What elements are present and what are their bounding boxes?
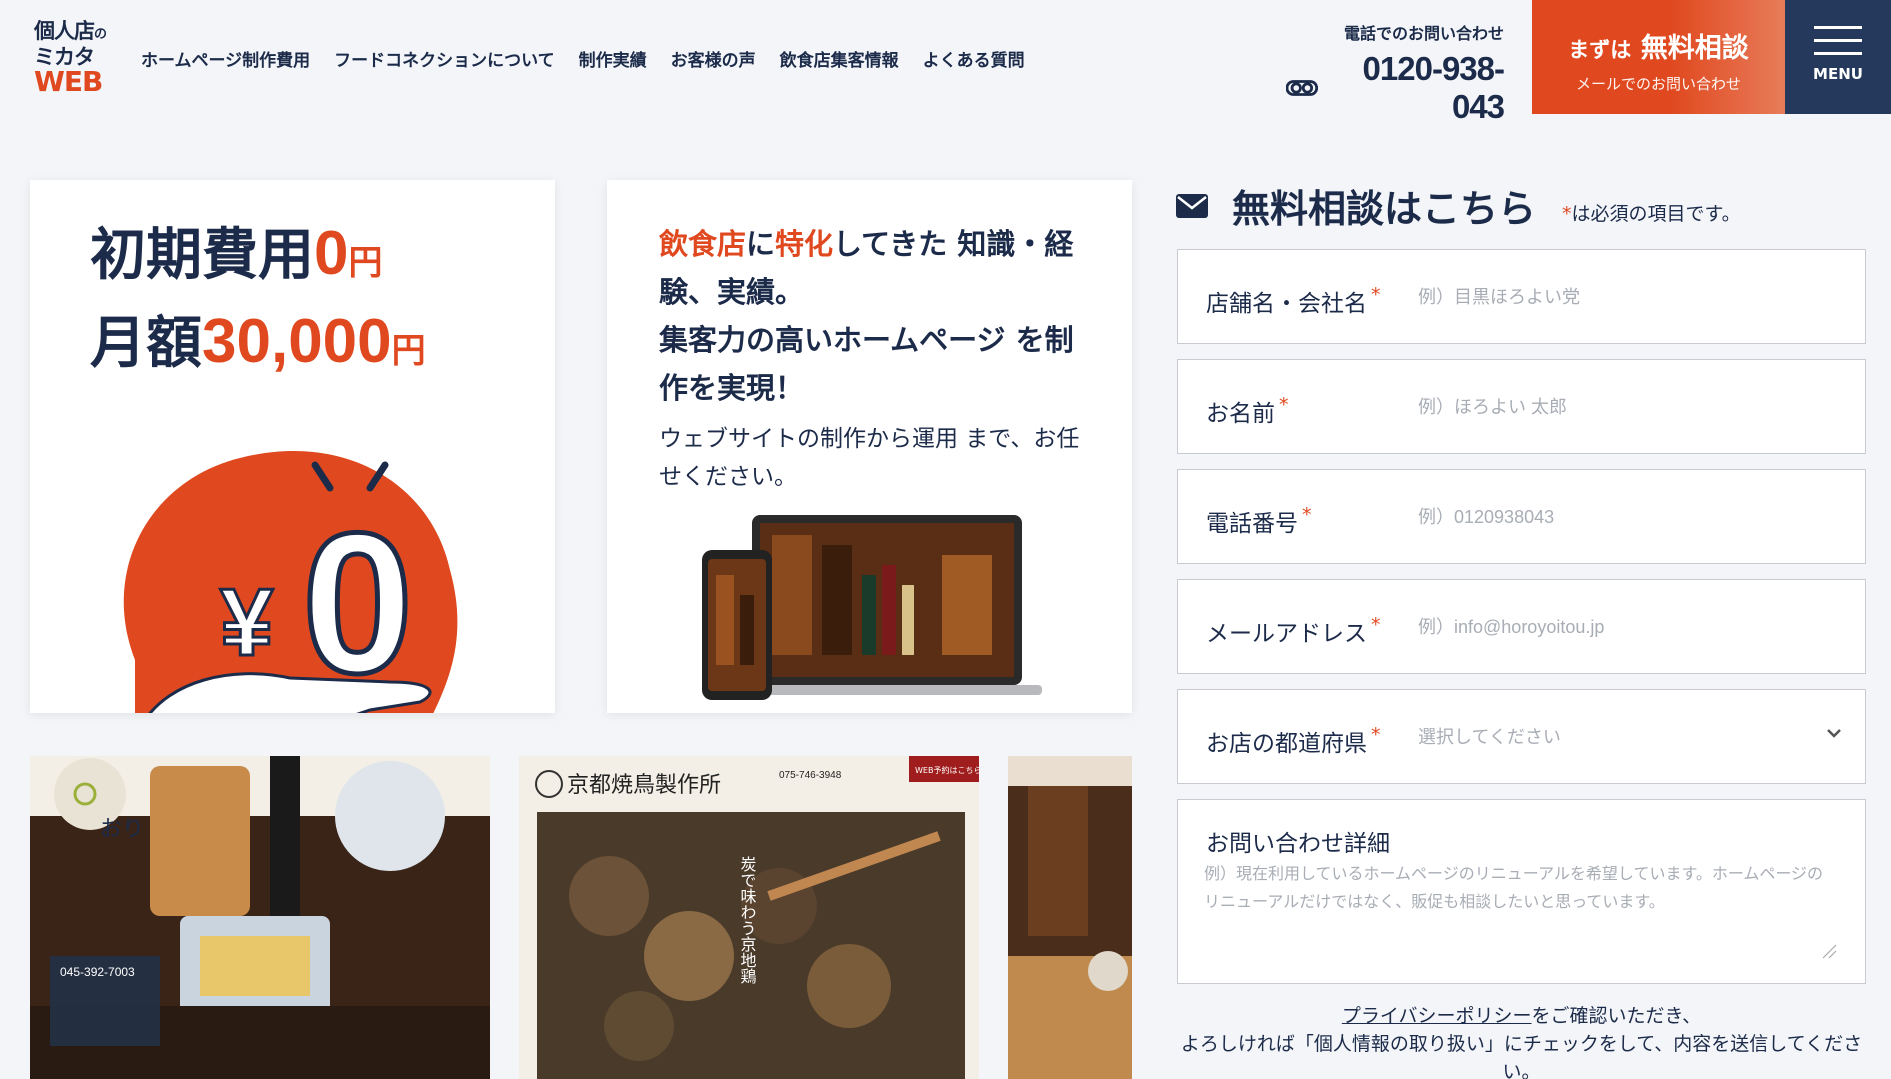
pricing-card: 初期費用0円 月額30,000円 ¥ 0 <box>30 180 555 713</box>
nav-item-about[interactable]: フードコネクションについて <box>334 46 555 71</box>
chevron-down-icon <box>1827 729 1841 738</box>
nav-item-pricing[interactable]: ホームページ制作費用 <box>141 46 310 71</box>
site-header: 個人店の ミカタ WEB ホームページ制作費用 フードコネクションについて 制作… <box>0 0 1891 125</box>
resize-grip-icon[interactable] <box>1821 943 1837 959</box>
cta-sub: メールでのお問い合わせ <box>1575 75 1741 93</box>
shot2-tagline: 炭で味わう京地鶏 <box>738 856 757 984</box>
feature-heading: 飲食店に特化してきた 知識・経験、実績。 集客力の高いホームページ を制作を実現… <box>659 227 1074 405</box>
tel-number: 0120-938-043 <box>1362 50 1505 125</box>
form-heading: 無料相談はこちら <box>1232 187 1537 231</box>
shop-name-field: 店舗名・会社名 * <box>1177 249 1866 344</box>
logo-line1: 個人店 <box>34 19 95 43</box>
nav-item-voices[interactable]: お客様の声 <box>671 46 756 71</box>
tel-label: 電話でのお問い合わせ <box>1343 24 1504 43</box>
prefecture-field: お店の都道府県 * 選択してください <box>1177 689 1866 784</box>
details-textarea[interactable] <box>1204 860 1834 960</box>
privacy-policy-link[interactable]: プライバシーポリシー <box>1342 1005 1532 1027</box>
phone-input[interactable] <box>1418 492 1838 542</box>
free-consult-button[interactable]: まずは 無料相談 メールでのお問い合わせ <box>1532 0 1785 114</box>
nav-item-works[interactable]: 制作実績 <box>579 46 647 71</box>
email-input[interactable] <box>1418 602 1838 652</box>
nav-item-faq[interactable]: よくある質問 <box>923 46 1025 71</box>
menu-label: MENU <box>1813 65 1863 83</box>
shot1-tel: 045-392-7003 <box>60 965 135 979</box>
email-field: メールアドレス * <box>1177 579 1866 674</box>
feature-card: 飲食店に特化してきた 知識・経験、実績。 集客力の高いホームページ を制作を実現… <box>607 180 1132 713</box>
name-field: お名前 * <box>1177 359 1866 454</box>
required-note: *は必須の項目です。 <box>1562 203 1741 225</box>
details-label: お問い合わせ詳細 <box>1206 831 1390 857</box>
cta-prefix: まずは <box>1568 38 1632 62</box>
restaurant-photo: おり 045-392-7003 <box>30 756 490 1079</box>
interior-photo <box>1008 756 1132 1079</box>
logo-line3: WEB <box>34 65 103 98</box>
shot2-brand: 京都焼鳥製作所 <box>567 773 721 798</box>
free-dial-icon <box>1286 80 1318 96</box>
phone-field: 電話番号 * <box>1177 469 1866 564</box>
hamburger-icon <box>1814 26 1862 55</box>
form-title: 無料相談はこちら *は必須の項目です。 <box>1176 178 1741 233</box>
zero-yen-illustration: ¥ 0 <box>123 451 458 713</box>
menu-button[interactable]: MENU <box>1785 0 1891 114</box>
work-thumbnail-2[interactable]: 京都焼鳥製作所 075-746-3948 WEB予約はこちら 炭で味わう京地鶏 <box>519 756 979 1079</box>
shot2-reserve: WEB予約はこちら <box>915 765 979 775</box>
feature-subtext: ウェブサイトの制作から運用 まで、お任せください。 <box>659 426 1080 490</box>
nav-item-info[interactable]: 飲食店集客情報 <box>780 46 899 71</box>
details-field: お問い合わせ詳細 <box>1177 799 1866 984</box>
name-input[interactable] <box>1418 382 1838 432</box>
cta-main: 無料相談 <box>1640 33 1749 64</box>
yakitori-photo: 京都焼鳥製作所 075-746-3948 WEB予約はこちら 炭で味わう京地鶏 <box>519 756 979 1079</box>
devices-mockup-image <box>702 515 1042 700</box>
tel-contact[interactable]: 電話でのお問い合わせ 0120-938-043 <box>1286 20 1505 126</box>
privacy-note: プライバシーポリシーをご確認いただき、 よろしければ「個人情報の取り扱い」にチェ… <box>1180 1005 1863 1079</box>
shot2-tel: 075-746-3948 <box>779 770 842 781</box>
prefecture-select[interactable]: 選択してください <box>1418 712 1838 762</box>
yen-symbol: ¥ <box>220 569 273 676</box>
global-nav: ホームページ制作費用 フードコネクションについて 制作実績 お客様の声 飲食店集… <box>141 46 1025 71</box>
site-logo[interactable]: 個人店の ミカタ WEB <box>34 19 114 98</box>
monthly-cost: 月額30,000円 <box>90 307 426 376</box>
work-thumbnail-1[interactable]: おり 045-392-7003 <box>30 756 490 1079</box>
work-thumbnail-3[interactable] <box>1008 756 1132 1079</box>
envelope-icon <box>1176 193 1208 218</box>
shot1-sign: おり <box>100 817 144 842</box>
shop-name-input[interactable] <box>1418 272 1838 322</box>
initial-cost: 初期費用0円 <box>90 219 383 288</box>
logo-line1-suffix: の <box>94 27 107 42</box>
